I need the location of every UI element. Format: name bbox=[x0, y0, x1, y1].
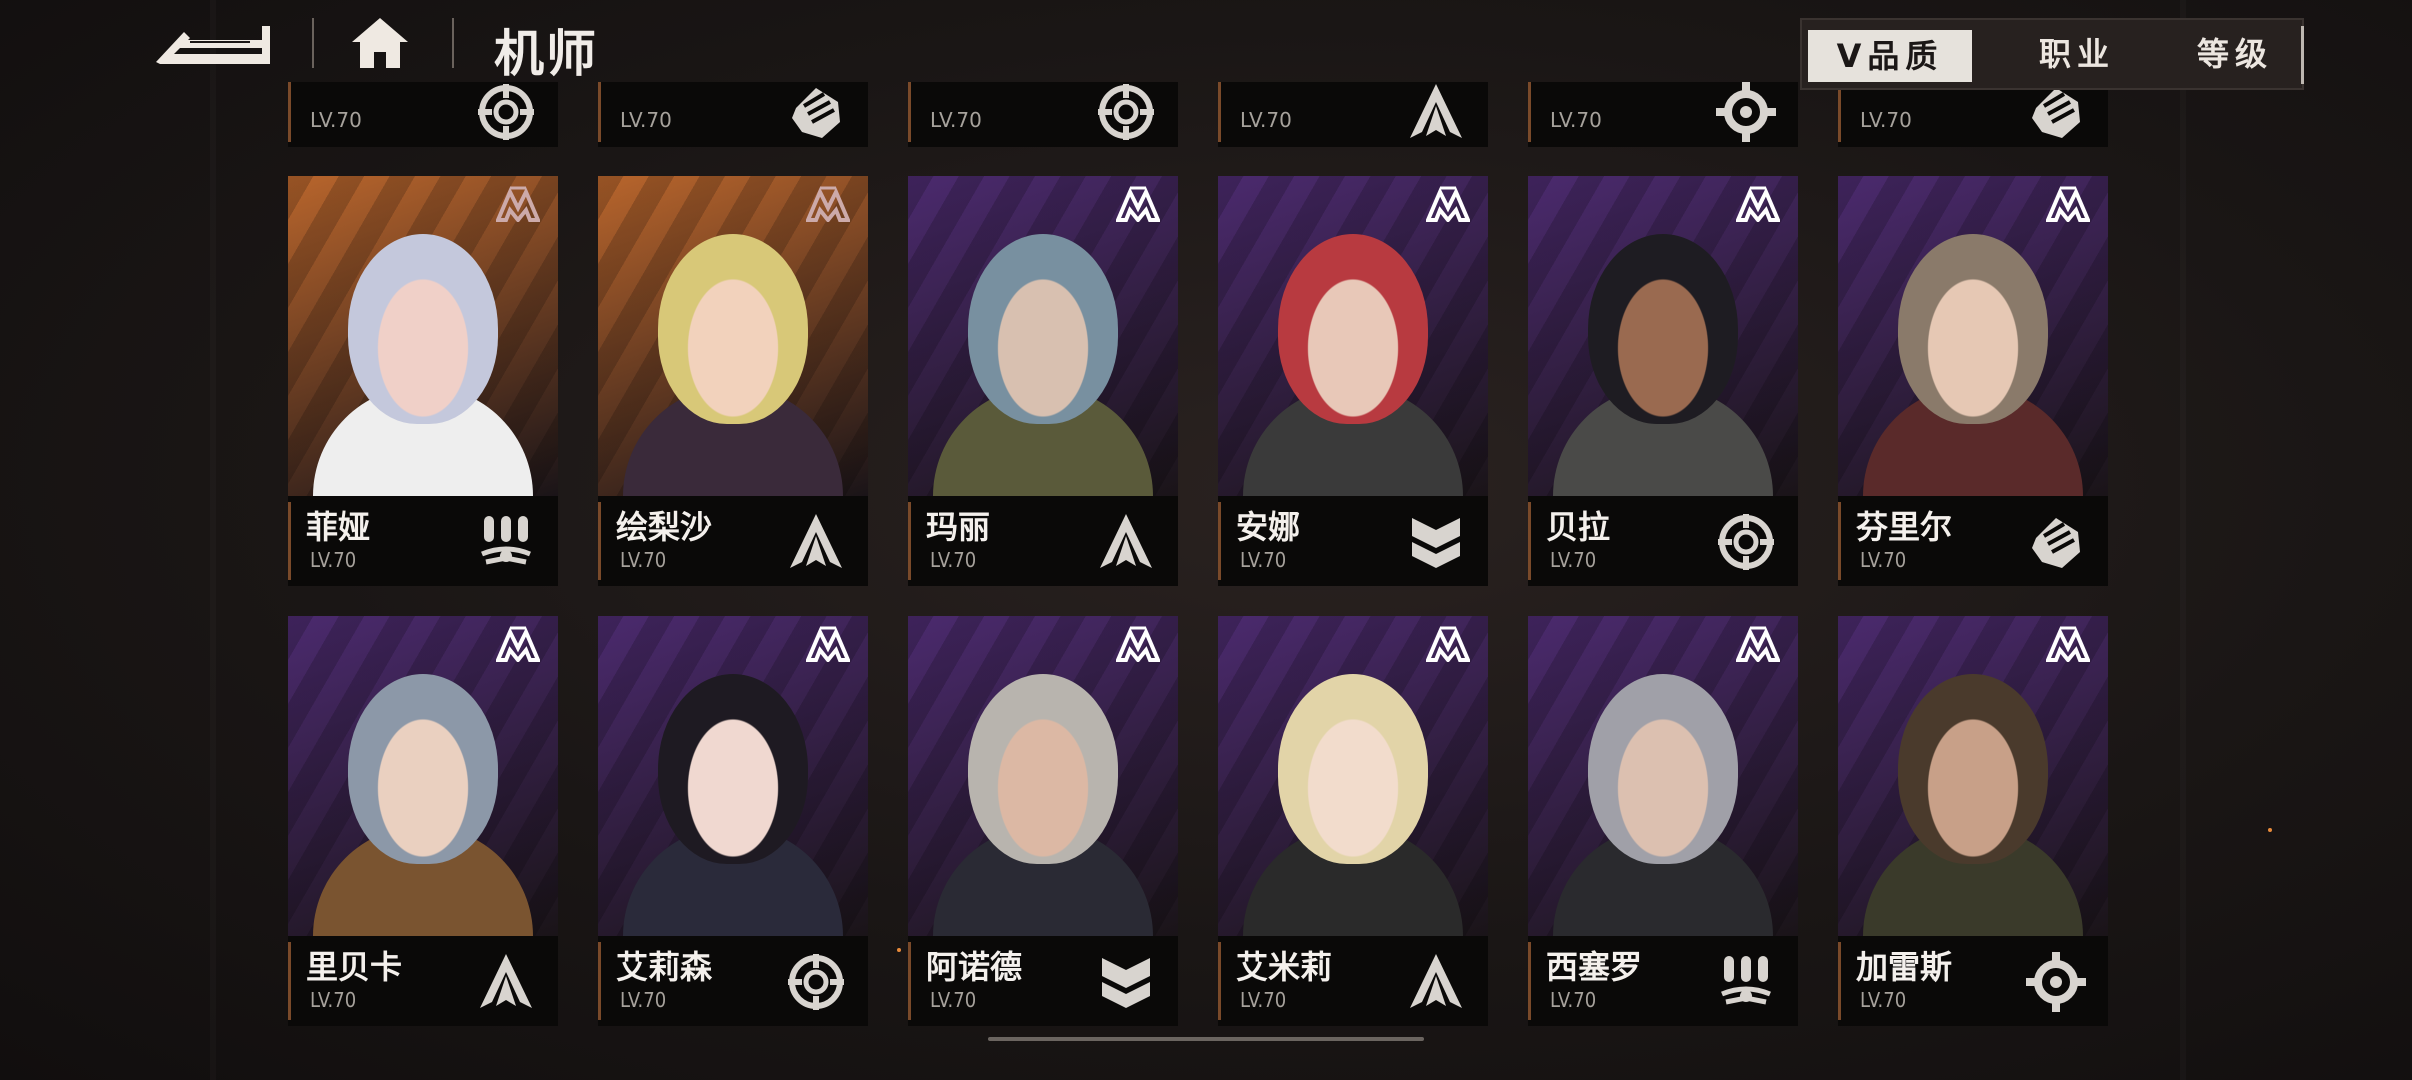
pilot-name: 艾莉森 bbox=[616, 948, 713, 986]
pilot-name: 绘梨沙 bbox=[616, 508, 713, 546]
pilot-portrait bbox=[288, 616, 558, 936]
fist-class-icon bbox=[2026, 512, 2086, 572]
rank-icon bbox=[804, 626, 852, 664]
pilot-info: 艾莉森 LV.70 bbox=[598, 936, 868, 1026]
pilot-info: 绘梨沙 LV.70 bbox=[598, 496, 868, 586]
rank-icon bbox=[494, 626, 542, 664]
rank-icon bbox=[1424, 186, 1472, 224]
pilot-name: 加雷斯 bbox=[1856, 948, 1953, 986]
pilot-portrait bbox=[598, 616, 868, 936]
rank-icon bbox=[804, 186, 852, 224]
page-title: 机师 bbox=[494, 25, 598, 83]
pilot-name: 安娜 bbox=[1236, 508, 1301, 546]
pilot-portrait bbox=[1218, 176, 1488, 496]
pilot-card[interactable]: 艾莉森 LV.70 bbox=[598, 616, 868, 1026]
pilot-card[interactable]: 加雷斯 LV.70 bbox=[1838, 616, 2108, 1026]
chevron-down-icon: V bbox=[1836, 37, 1862, 75]
wrench-class-icon bbox=[2026, 952, 2086, 1012]
pilot-grid: 菲娅 LV.70 绘梨沙 LV.70 玛丽 LV.70 安娜 LV.70 贝拉 LV.70 芬里尔 L… bbox=[0, 0, 2412, 1080]
pilot-level: LV.70 bbox=[1240, 988, 1287, 1012]
pilot-info: 菲娅 LV.70 bbox=[288, 496, 558, 586]
target-class-icon bbox=[786, 952, 846, 1012]
pilot-level: LV.70 bbox=[620, 548, 667, 572]
pilot-level: LV.70 bbox=[930, 988, 977, 1012]
pilot-name: 贝拉 bbox=[1546, 508, 1611, 546]
home-button[interactable] bbox=[348, 14, 412, 72]
pilot-portrait bbox=[598, 176, 868, 496]
pilot-name: 芬里尔 bbox=[1856, 508, 1953, 546]
pilot-card[interactable]: 贝拉 LV.70 bbox=[1528, 176, 1798, 586]
pilot-card[interactable]: 芬里尔 LV.70 bbox=[1838, 176, 2108, 586]
target-class-icon bbox=[1716, 512, 1776, 572]
rank-icon bbox=[1114, 626, 1162, 664]
pilot-name: 西塞罗 bbox=[1546, 948, 1643, 986]
rank-icon bbox=[1114, 186, 1162, 224]
rank-icon bbox=[2044, 186, 2092, 224]
home-icon bbox=[352, 18, 408, 68]
pilot-portrait bbox=[1218, 616, 1488, 936]
pilot-info: 贝拉 LV.70 bbox=[1528, 496, 1798, 586]
pilot-level: LV.70 bbox=[1860, 548, 1907, 572]
pilot-portrait bbox=[908, 176, 1178, 496]
arrow-class-icon bbox=[1406, 952, 1466, 1012]
pilot-card[interactable]: 西塞罗 LV.70 bbox=[1528, 616, 1798, 1026]
pilot-card[interactable]: 安娜 LV.70 bbox=[1218, 176, 1488, 586]
pilot-card[interactable]: 里贝卡 LV.70 bbox=[288, 616, 558, 1026]
sort-panel: V 品质 职业 等级 bbox=[1800, 18, 2304, 90]
pilot-level: LV.70 bbox=[1550, 548, 1597, 572]
pilot-name: 艾米莉 bbox=[1236, 948, 1333, 986]
pilot-name: 菲娅 bbox=[306, 508, 371, 546]
pilot-info: 加雷斯 LV.70 bbox=[1838, 936, 2108, 1026]
scroll-indicator[interactable] bbox=[988, 1037, 1424, 1041]
back-arrow-icon bbox=[156, 26, 270, 64]
rank-icon bbox=[2044, 626, 2092, 664]
shield-class-icon bbox=[1096, 952, 1156, 1012]
arrow-class-icon bbox=[786, 512, 846, 572]
rank-icon bbox=[494, 186, 542, 224]
pilot-portrait bbox=[908, 616, 1178, 936]
shield-class-icon bbox=[1406, 512, 1466, 572]
sort-by-quality[interactable]: V 品质 bbox=[1808, 30, 1972, 82]
sort-by-class[interactable]: 职业 bbox=[2002, 20, 2152, 88]
pilot-card[interactable]: 绘梨沙 LV.70 bbox=[598, 176, 868, 586]
pilot-portrait bbox=[1528, 176, 1798, 496]
pilot-name: 阿诺德 bbox=[926, 948, 1023, 986]
missiles-class-icon bbox=[1716, 952, 1776, 1012]
sort-quality-label: 品质 bbox=[1867, 37, 1944, 75]
pilot-level: LV.70 bbox=[1550, 988, 1597, 1012]
pilot-name: 里贝卡 bbox=[306, 948, 403, 986]
pilot-card[interactable]: 艾米莉 LV.70 bbox=[1218, 616, 1488, 1026]
pilot-info: 西塞罗 LV.70 bbox=[1528, 936, 1798, 1026]
pilot-card[interactable]: 玛丽 LV.70 bbox=[908, 176, 1178, 586]
pilot-info: 艾米莉 LV.70 bbox=[1218, 936, 1488, 1026]
sort-by-level[interactable]: 等级 bbox=[2160, 20, 2310, 88]
top-bar: 机师 V 品质 职业 等级 bbox=[0, 0, 2412, 90]
pilot-name: 玛丽 bbox=[926, 508, 991, 546]
pilot-info: 阿诺德 LV.70 bbox=[908, 936, 1178, 1026]
arrow-class-icon bbox=[1096, 512, 1156, 572]
pilot-portrait bbox=[288, 176, 558, 496]
pilot-info: 芬里尔 LV.70 bbox=[1838, 496, 2108, 586]
pilot-portrait bbox=[1838, 176, 2108, 496]
missiles-class-icon bbox=[476, 512, 536, 572]
pilot-info: 里贝卡 LV.70 bbox=[288, 936, 558, 1026]
pilot-card[interactable]: 菲娅 LV.70 bbox=[288, 176, 558, 586]
pilot-level: LV.70 bbox=[310, 548, 357, 572]
pilot-portrait bbox=[1838, 616, 2108, 936]
pilot-info: 安娜 LV.70 bbox=[1218, 496, 1488, 586]
back-button[interactable] bbox=[150, 18, 274, 70]
pilot-level: LV.70 bbox=[930, 548, 977, 572]
rank-icon bbox=[1734, 186, 1782, 224]
pilot-level: LV.70 bbox=[1860, 988, 1907, 1012]
rank-icon bbox=[1424, 626, 1472, 664]
pilot-level: LV.70 bbox=[1240, 548, 1287, 572]
pilot-info: 玛丽 LV.70 bbox=[908, 496, 1178, 586]
pilot-level: LV.70 bbox=[310, 988, 357, 1012]
pilot-card[interactable]: 阿诺德 LV.70 bbox=[908, 616, 1178, 1026]
rank-icon bbox=[1734, 626, 1782, 664]
pilot-portrait bbox=[1528, 616, 1798, 936]
pilot-level: LV.70 bbox=[620, 988, 667, 1012]
arrow-class-icon bbox=[476, 952, 536, 1012]
